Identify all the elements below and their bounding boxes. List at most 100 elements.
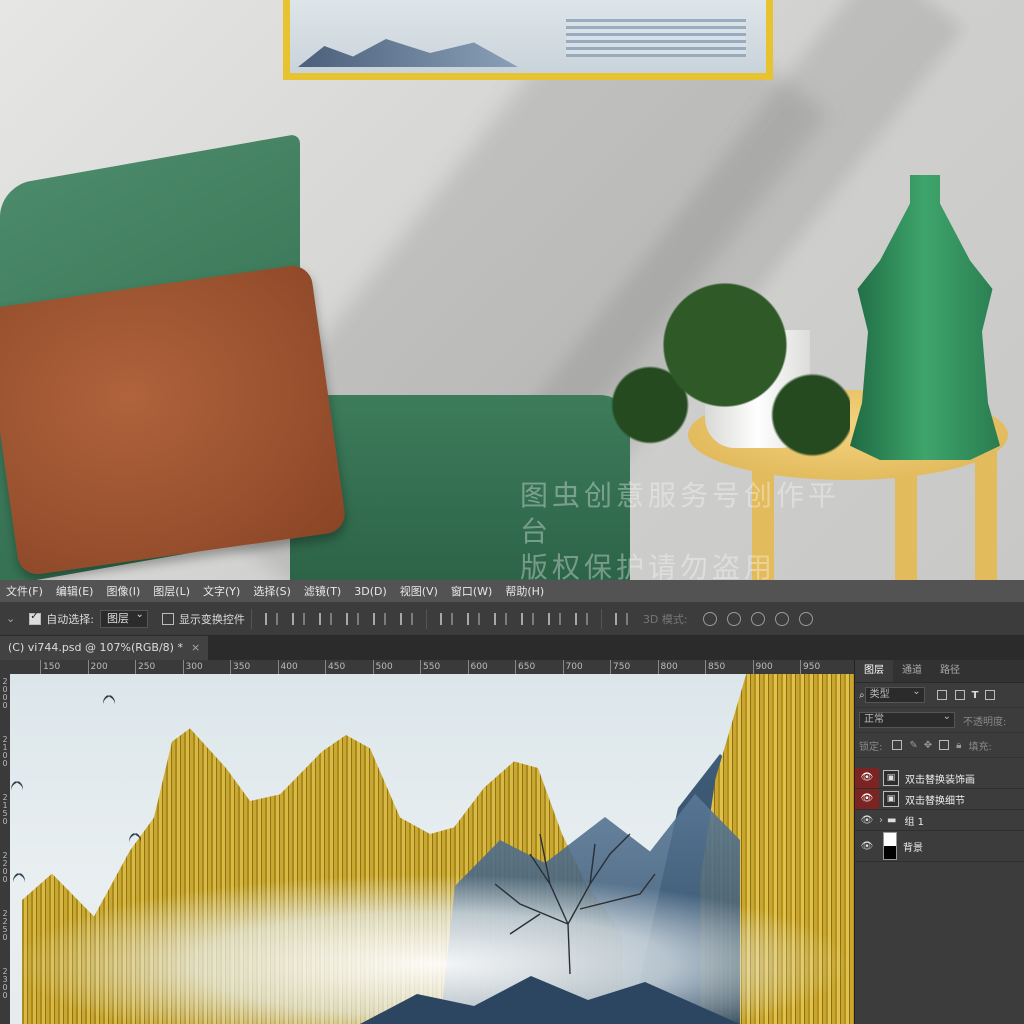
ruler-tick: 600 — [467, 660, 488, 674]
lock-icon[interactable]: 🔒︎ — [956, 740, 961, 751]
visibility-eye-icon[interactable]: 👁︎ — [855, 841, 879, 852]
green-vase — [850, 175, 1000, 460]
auto-select-label: 自动选择: — [46, 612, 94, 626]
painting-mountain — [298, 39, 518, 67]
layer-row[interactable]: 👁︎ 背景 — [855, 831, 1024, 862]
menu-file[interactable]: 文件(F) — [6, 583, 43, 599]
filter-type-value: 类型 — [869, 689, 890, 700]
table-leg — [975, 450, 997, 580]
divider — [250, 608, 252, 629]
ruler-tick: 700 — [562, 660, 583, 674]
menu-edit[interactable]: 编辑(E) — [56, 583, 94, 599]
visibility-eye-icon[interactable]: 👁︎ — [855, 815, 879, 826]
divider — [425, 608, 427, 629]
tool-preset-chevron-icon[interactable]: ⌄ — [6, 612, 15, 625]
auto-align-icon[interactable] — [614, 612, 628, 625]
align-vcenter-icon[interactable] — [291, 612, 305, 625]
3d-slide-icon[interactable] — [774, 611, 789, 626]
watermark-line: 版权保护请勿盗用 — [520, 551, 777, 580]
document-canvas[interactable] — [10, 674, 854, 1024]
layer-row[interactable]: 👁︎ ▣ 双击替换装饰画 — [855, 768, 1024, 789]
menu-view[interactable]: 视图(V) — [400, 583, 438, 599]
distribute-top-icon[interactable] — [439, 612, 453, 625]
layer-name: 组 1 — [904, 816, 924, 828]
auto-select-checkbox[interactable] — [29, 611, 42, 625]
move-icon[interactable]: ✥ — [924, 740, 932, 751]
chevron-right-icon[interactable]: › — [879, 815, 883, 826]
layer-row[interactable]: 👁︎ ▣ 双击替换细节 — [855, 789, 1024, 810]
align-hcenter-icon[interactable] — [372, 612, 386, 625]
menu-window[interactable]: 窗口(W) — [451, 583, 492, 599]
menu-layer[interactable]: 图层(L) — [153, 583, 190, 599]
ruler-tick: 2150 — [2, 793, 8, 826]
lock-label: 锁定: — [859, 741, 883, 753]
ruler-tick: 150 — [40, 660, 60, 674]
menu-image[interactable]: 图像(I) — [106, 583, 140, 599]
distribute-vcenter-icon[interactable] — [466, 612, 480, 625]
tab-paths[interactable]: 路径 — [931, 660, 969, 682]
ivy-plant — [600, 265, 850, 465]
menu-filter[interactable]: 滤镜(T) — [304, 583, 341, 599]
panel-tabs: 图层 通道 路径 — [855, 660, 1024, 683]
blend-row: 正常 不透明度: — [855, 708, 1024, 733]
ruler-tick: 850 — [705, 660, 725, 674]
tab-channels[interactable]: 通道 — [893, 660, 931, 682]
opacity-label: 不透明度: — [963, 716, 1007, 728]
distribute-left-icon[interactable] — [520, 612, 534, 625]
align-left-icon[interactable] — [345, 612, 359, 625]
distribute-hcenter-icon[interactable] — [547, 612, 561, 625]
show-transform-checkbox[interactable] — [161, 612, 174, 625]
menu-3d[interactable]: 3D(D) — [354, 585, 387, 598]
visibility-eye-icon[interactable]: 👁︎ — [855, 768, 879, 788]
ruler-tick: 650 — [515, 660, 535, 674]
menu-help[interactable]: 帮助(H) — [505, 583, 544, 599]
artboard-icon[interactable] — [939, 740, 950, 750]
layer-row[interactable]: 👁︎ › ▬ 组 1 — [855, 810, 1024, 831]
filter-adjustment-icon[interactable] — [954, 690, 965, 700]
3d-rotate-icon[interactable] — [702, 611, 717, 626]
blend-mode-value: 正常 — [864, 714, 884, 725]
vertical-ruler[interactable]: 2000 2100 2150 2200 2250 2300 — [0, 674, 10, 1024]
horizontal-ruler[interactable]: 150 200 250 300 350 400 450 500 550 600 650 700 750 8… — [0, 660, 854, 675]
ruler-tick: 250 — [135, 660, 155, 674]
menu-bar: 文件(F) 编辑(E) 图像(I) 图层(L) 文字(Y) 选择(S) 滤镜(T… — [0, 580, 1024, 602]
bird — [10, 782, 24, 788]
filter-shape-icon[interactable] — [985, 690, 996, 700]
menu-type[interactable]: 文字(Y) — [203, 583, 240, 599]
filter-type-dropdown[interactable]: 类型 — [864, 685, 925, 703]
auto-select-dropdown[interactable]: 图层 — [99, 608, 148, 628]
brush-icon[interactable]: ✎ — [909, 740, 917, 751]
bird — [12, 874, 26, 880]
blend-mode-dropdown[interactable]: 正常 — [859, 710, 955, 728]
visibility-eye-icon[interactable]: 👁︎ — [855, 789, 879, 809]
layer-thumbnail — [883, 832, 897, 860]
tab-layers[interactable]: 图层 — [855, 660, 893, 682]
layers-panel: 图层 通道 路径 ⌕ 类型 T 正常 不透明度: 锁定: ✎ ✥ 🔒︎ 填充: … — [854, 660, 1024, 1024]
room-mockup-image: 图虫创意服务号创作平台 版权保护请勿盗用 — [0, 0, 1024, 580]
ruler-tick: 2300 — [2, 967, 8, 1000]
3d-mode-label: 3D 模式: — [642, 612, 688, 626]
painting-streaks — [566, 17, 746, 57]
document-tab-title: (C) vi744.psd @ 107%(RGB/8) * — [8, 641, 183, 654]
document-tab[interactable]: (C) vi744.psd @ 107%(RGB/8) * × — [0, 636, 209, 660]
distribute-bottom-icon[interactable] — [493, 612, 507, 625]
ruler-tick: 500 — [372, 660, 393, 674]
leather-pillow — [0, 263, 348, 577]
options-bar: ⌄ 自动选择: 图层 显示变换控件 3D 模式: — [0, 602, 1024, 636]
3d-camera-icon[interactable] — [798, 611, 813, 626]
distribute-right-icon[interactable] — [574, 612, 588, 625]
align-right-icon[interactable] — [399, 612, 413, 625]
lock-pixels-icon[interactable] — [892, 740, 903, 750]
3d-roll-icon[interactable] — [726, 611, 741, 626]
ruler-tick: 950 — [800, 660, 820, 674]
filter-type-icon[interactable]: T — [972, 690, 979, 701]
menu-select[interactable]: 选择(S) — [253, 583, 291, 599]
align-bottom-icon[interactable] — [318, 612, 332, 625]
folder-icon: ▬ — [887, 814, 897, 826]
smart-object-icon: ▣ — [883, 770, 899, 786]
filter-pixel-icon[interactable] — [936, 690, 947, 700]
layer-name: 双击替换细节 — [905, 795, 965, 807]
align-top-icon[interactable] — [264, 612, 278, 625]
close-icon[interactable]: × — [191, 641, 200, 654]
3d-drag-icon[interactable] — [750, 611, 765, 626]
